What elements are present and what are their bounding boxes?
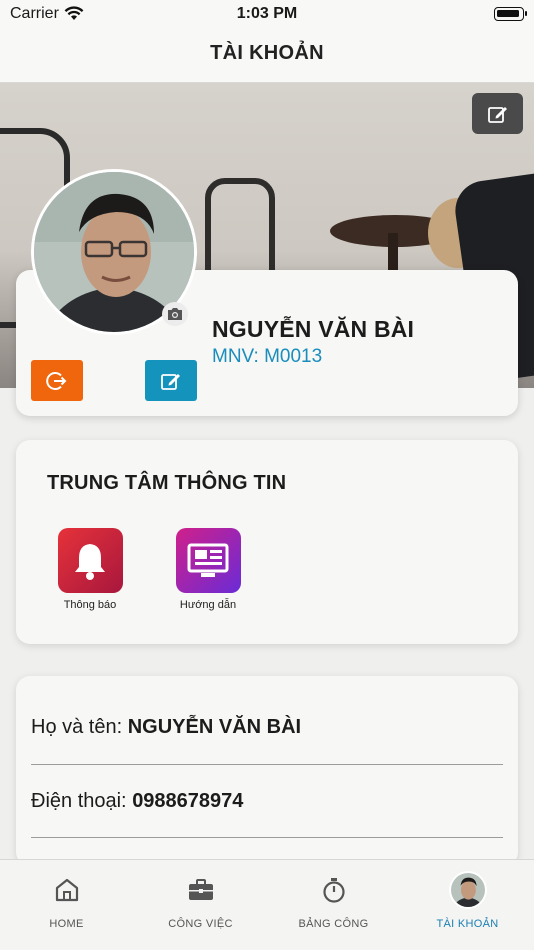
tab-bar: HOME CÔNG VIỆC BẢNG CÔNG TÀI KHOẢN — [0, 859, 534, 950]
phone-label: Điện thoại: — [31, 790, 127, 812]
tab-tai-khoan[interactable]: TÀI KHOẢN — [401, 860, 534, 950]
employee-code: MNV: M0013 — [212, 346, 323, 367]
phone-row: Điện thoại: 0988678974 — [31, 790, 503, 813]
battery-icon — [494, 7, 527, 21]
home-icon — [53, 876, 81, 904]
navigation-bar: TÀI KHOẢN — [0, 28, 534, 83]
tab-home-label: HOME — [49, 918, 84, 930]
edit-icon — [487, 106, 507, 123]
full-name-value: NGUYỄN VĂN BÀI — [127, 716, 302, 738]
briefcase-icon — [187, 876, 215, 904]
divider — [31, 764, 503, 765]
avatar — [448, 871, 487, 909]
tab-home[interactable]: HOME — [0, 860, 133, 950]
news-screen-icon — [187, 543, 229, 577]
logout-button[interactable] — [31, 360, 83, 401]
stopwatch-icon — [320, 876, 348, 904]
bell-icon — [75, 543, 105, 580]
camera-icon — [168, 308, 182, 320]
profile-name: NGUYỄN VĂN BÀI — [212, 316, 415, 342]
notification-tile[interactable] — [57, 528, 123, 593]
tab-cong-viec[interactable]: CÔNG VIỆC — [134, 860, 267, 950]
phone-value: 0988678974 — [132, 790, 244, 812]
tab-bang-cong[interactable]: BẢNG CÔNG — [267, 860, 400, 950]
notifications-label: Thông báo — [63, 599, 117, 611]
guide-label: Hướng dẫn — [179, 599, 237, 611]
tab-cong-viec-label: CÔNG VIỆC — [168, 918, 233, 930]
logout-icon — [46, 371, 67, 390]
edit-cover-button[interactable] — [472, 93, 523, 134]
tab-tai-khoan-label: TÀI KHOẢN — [436, 918, 499, 930]
edit-profile-button[interactable] — [145, 360, 197, 401]
status-bar: Carrier 1:03 PM — [0, 0, 534, 28]
guide-tile[interactable] — [175, 528, 241, 593]
full-name-row: Họ và tên: NGUYỄN VĂN BÀI — [31, 716, 503, 739]
edit-icon — [161, 373, 180, 390]
page-title: TÀI KHOẢN — [210, 42, 324, 64]
divider — [31, 837, 503, 838]
clock: 1:03 PM — [236, 5, 298, 22]
change-avatar-button[interactable] — [162, 302, 188, 326]
tab-bang-cong-label: BẢNG CÔNG — [298, 918, 369, 930]
info-center-title: TRUNG TÂM THÔNG TIN — [47, 472, 287, 494]
full-name-label: Họ và tên: — [31, 716, 123, 738]
notifications-shortcut[interactable]: Thông báo — [45, 528, 135, 611]
guide-shortcut[interactable]: Hướng dẫn — [163, 528, 253, 611]
